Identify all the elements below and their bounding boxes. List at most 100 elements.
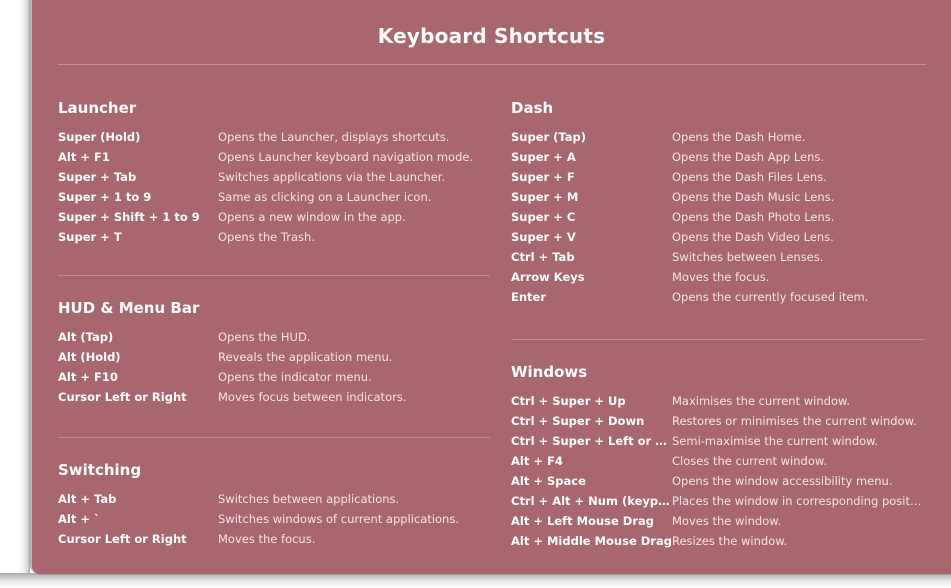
shortcut-key: Ctrl + Super + Down	[511, 414, 645, 428]
shortcut-group-dash: Dash Super (Tap) Opens the Dash Home. Super…	[511, 98, 925, 307]
group-divider	[58, 437, 490, 438]
shortcut-list-hud-menu-bar: Alt (Tap) Opens the HUD. Alt (Hold) Reveals…	[58, 327, 490, 407]
shortcut-description: Closes the current window.	[672, 454, 827, 468]
shortcut-row: Alt (Tap) Opens the HUD.	[58, 327, 490, 347]
shortcut-description: Maximises the current window.	[672, 394, 850, 408]
shortcut-description: Semi-maximise the current window.	[672, 434, 879, 448]
shortcut-description: Moves focus between indicators.	[218, 390, 407, 404]
shortcut-key: Alt (Tap)	[58, 330, 114, 344]
group-title-dash: Dash	[511, 99, 554, 117]
shortcut-description: Opens the Dash Music Lens.	[672, 190, 835, 204]
shortcut-row: Cursor Left or Right Moves focus between …	[58, 387, 490, 407]
shortcut-key: Super + M	[511, 190, 579, 204]
desktop-backdrop-left	[0, 0, 30, 588]
shortcut-key: Super + C	[511, 210, 576, 224]
shortcut-row: Alt + Tab Switches between applications.	[58, 489, 490, 509]
keyboard-shortcuts-overlay: Keyboard Shortcuts Launcher Super (Hold) O…	[32, 0, 951, 574]
shortcut-description: Places the window in corresponding posit…	[672, 494, 924, 508]
screen: Keyboard Shortcuts Launcher Super (Hold) O…	[0, 0, 951, 588]
shortcut-row: Super + C Opens the Dash Photo Lens.	[511, 207, 925, 227]
shortcut-description: Opens the Dash Video Lens.	[672, 230, 834, 244]
shortcut-row: Alt + Space Opens the window accessibilit…	[511, 471, 925, 491]
shortcut-list-dash: Super (Tap) Opens the Dash Home. Super + A…	[511, 127, 925, 307]
shortcut-key: Ctrl + Super + Up	[511, 394, 626, 408]
shortcut-row: Ctrl + Super + Left or Ri... Semi-maximis…	[511, 431, 925, 451]
shortcuts-column-left: Launcher Super (Hold) Opens the Launcher, …	[58, 76, 490, 574]
shortcut-description: Moves the focus.	[672, 270, 770, 284]
shortcut-group-switching: Switching Alt + Tab Switches between appli…	[58, 437, 490, 549]
shortcut-row: Arrow Keys Moves the focus.	[511, 267, 925, 287]
shortcut-key: Cursor Left or Right	[58, 532, 187, 546]
shortcut-row: Alt + Left Mouse Drag Moves the window.	[511, 511, 925, 531]
shortcut-key: Alt + F1	[58, 150, 110, 164]
shortcut-key: Alt (Hold)	[58, 350, 121, 364]
shortcut-group-hud-menu-bar: HUD & Menu Bar Alt (Tap) Opens the HUD. Alt…	[58, 275, 490, 407]
shortcut-list-launcher: Super (Hold) Opens the Launcher, displays…	[58, 127, 490, 247]
shortcut-row: Alt + ` Switches windows of current appli…	[58, 509, 490, 529]
shortcut-key: Super (Hold)	[58, 130, 141, 144]
shortcut-row: Ctrl + Alt + Num (keypad) Places the wind…	[511, 491, 925, 511]
shortcut-row: Super + F Opens the Dash Files Lens.	[511, 167, 925, 187]
shortcut-description: Opens a new window in the app.	[218, 210, 406, 224]
group-title-windows: Windows	[511, 363, 588, 381]
shortcut-row: Alt + F4 Closes the current window.	[511, 451, 925, 471]
title-divider	[58, 64, 926, 65]
shortcut-description: Opens the Dash Photo Lens.	[672, 210, 835, 224]
shortcut-description: Switches between Lenses.	[672, 250, 824, 264]
page-title: Keyboard Shortcuts	[377, 24, 606, 48]
shortcut-description: Switches windows of current applications…	[218, 512, 459, 526]
shortcut-description: Reveals the application menu.	[218, 350, 393, 364]
desktop-backdrop-bottom	[0, 573, 951, 588]
shortcut-description: Opens the Dash Home.	[672, 130, 806, 144]
shortcut-row: Super (Tap) Opens the Dash Home.	[511, 127, 925, 147]
shortcut-description: Opens the window accessibility menu.	[672, 474, 893, 488]
shortcut-key: Ctrl + Tab	[511, 250, 575, 264]
shortcut-description: Switches applications via the Launcher.	[218, 170, 446, 184]
shortcut-description: Opens the currently focused item.	[672, 290, 869, 304]
shortcut-key: Alt + F4	[511, 454, 563, 468]
shortcut-row: Enter Opens the currently focused item.	[511, 287, 925, 307]
shortcut-row: Super (Hold) Opens the Launcher, displays…	[58, 127, 490, 147]
shortcut-key: Super + F	[511, 170, 575, 184]
shortcut-description: Resizes the window.	[672, 534, 788, 548]
shortcut-list-switching: Alt + Tab Switches between applications. A…	[58, 489, 490, 549]
group-title-hud-menu-bar: HUD & Menu Bar	[58, 299, 200, 317]
shortcut-key: Enter	[511, 290, 547, 304]
shortcut-row: Super + M Opens the Dash Music Lens.	[511, 187, 925, 207]
shortcut-key: Arrow Keys	[511, 270, 585, 284]
shortcut-key: Cursor Left or Right	[58, 390, 187, 404]
shortcut-key: Alt + F10	[58, 370, 118, 384]
shortcut-row: Alt + F10 Opens the indicator menu.	[58, 367, 490, 387]
group-divider	[58, 275, 490, 276]
group-divider	[511, 339, 925, 340]
shortcut-row: Ctrl + Tab Switches between Lenses.	[511, 247, 925, 267]
shortcut-row: Super + Shift + 1 to 9 Opens a new window…	[58, 207, 490, 227]
shortcuts-column-right: Dash Super (Tap) Opens the Dash Home. Super…	[511, 76, 925, 574]
group-title-launcher: Launcher	[58, 99, 137, 117]
shortcut-key: Ctrl + Super + Left or Ri...	[511, 434, 672, 448]
shortcut-row: Super + V Opens the Dash Video Lens.	[511, 227, 925, 247]
shortcut-row: Alt + F1 Opens Launcher keyboard navigati…	[58, 147, 490, 167]
shortcut-key: Super + Shift + 1 to 9	[58, 210, 200, 224]
shortcut-description: Opens Launcher keyboard navigation mode.	[218, 150, 474, 164]
shortcut-description: Opens the Dash Files Lens.	[672, 170, 827, 184]
shortcut-row: Super + 1 to 9 Same as clicking on a Laun…	[58, 187, 490, 207]
shortcut-list-windows: Ctrl + Super + Up Maximises the current w…	[511, 391, 925, 551]
shortcut-row: Super + T Opens the Trash.	[58, 227, 490, 247]
shortcut-key: Super + A	[511, 150, 576, 164]
shortcut-description: Moves the focus.	[218, 532, 316, 546]
shortcut-group-windows: Windows Ctrl + Super + Up Maximises the cu…	[511, 339, 925, 551]
shortcut-row: Ctrl + Super + Down Restores or minimises…	[511, 411, 925, 431]
shortcut-row: Alt (Hold) Reveals the application menu.	[58, 347, 490, 367]
shortcut-key: Alt + Left Mouse Drag	[511, 514, 655, 528]
shortcut-key: Super + V	[511, 230, 576, 244]
shortcut-row: Cursor Left or Right Moves the focus.	[58, 529, 490, 549]
shortcut-description: Same as clicking on a Launcher icon.	[218, 190, 432, 204]
shortcut-description: Opens the Trash.	[218, 230, 315, 244]
shortcut-description: Restores or minimises the current window…	[672, 414, 917, 428]
shortcut-row: Super + Tab Switches applications via the…	[58, 167, 490, 187]
shortcut-row: Ctrl + Super + Up Maximises the current w…	[511, 391, 925, 411]
shortcut-description: Switches between applications.	[218, 492, 400, 506]
shortcut-key: Super + 1 to 9	[58, 190, 152, 204]
group-title-switching: Switching	[58, 461, 142, 479]
